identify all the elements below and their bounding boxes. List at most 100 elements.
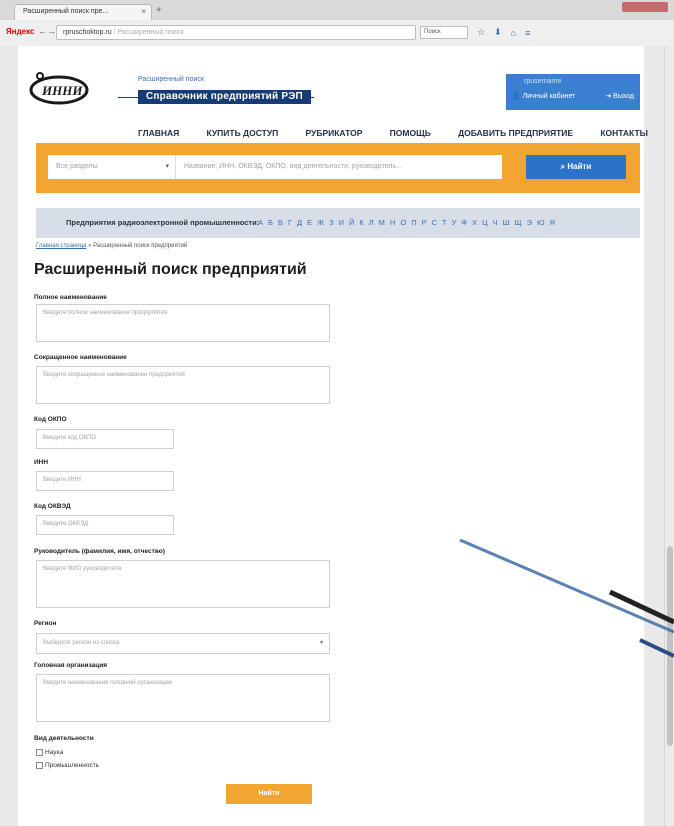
inn-field[interactable]: Введите ИНН — [36, 471, 174, 491]
logout-label: Выход — [613, 93, 634, 100]
search-input[interactable]: Название, ИНН, ОКВЭД, ОКПО, вид деятельн… — [176, 155, 502, 179]
alphabet-letter[interactable]: С — [432, 218, 437, 227]
menu-item-home[interactable]: ГЛАВНАЯ — [138, 128, 179, 138]
alphabet-letter[interactable]: Т — [442, 218, 447, 227]
activity-option-science[interactable]: Наука — [36, 749, 63, 756]
alphabet-letter[interactable]: Г — [288, 218, 292, 227]
search-button[interactable]: ⌕ Найти — [526, 155, 626, 179]
toolbar-right: Поиск ☆ ⬇ ⌂ ≡ — [420, 25, 668, 40]
breadcrumb-separator: » — [88, 243, 92, 249]
home-icon[interactable]: ⌂ — [511, 28, 516, 38]
user-name[interactable]: rpusername — [524, 78, 561, 85]
menu-item-add-company[interactable]: ДОБАВИТЬ ПРЕДПРИЯТИЕ — [458, 128, 573, 138]
alphabet-letter[interactable]: Щ — [515, 218, 522, 227]
alphabet-letter[interactable]: Я — [550, 218, 555, 227]
alphabet-letter[interactable]: Э — [527, 218, 532, 227]
logo-icon: ИННИ — [29, 72, 89, 105]
url-host: rpruschoktop.ru — [63, 29, 112, 36]
main-menu: ГЛАВНАЯ КУПИТЬ ДОСТУП РУБРИКАТОР ПОМОЩЬ … — [138, 128, 648, 138]
alphabet-letter[interactable]: В — [278, 218, 283, 227]
breadcrumb: Главная страница » Расширенный поиск пре… — [36, 243, 187, 249]
alphabet-letter[interactable]: М — [379, 218, 385, 227]
page-title: Расширенный поиск предприятий — [34, 261, 307, 278]
science-label: Наука — [45, 749, 64, 756]
okved-field[interactable]: Введите ОКВЭД — [36, 515, 174, 535]
activity-label: Вид деятельности — [34, 735, 94, 742]
logout-link[interactable]: ⇥ Выход — [605, 92, 634, 100]
science-checkbox[interactable] — [36, 749, 43, 756]
submit-button[interactable]: Найти — [226, 784, 312, 804]
alphabet-letter[interactable]: У — [452, 218, 457, 227]
breadcrumb-home[interactable]: Главная страница — [36, 243, 86, 249]
alphabet-letter[interactable]: Е — [307, 218, 312, 227]
forward-arrow-icon[interactable]: → — [47, 26, 56, 36]
menu-item-rubricator[interactable]: РУБРИКАТОР — [306, 128, 363, 138]
alphabet-letter[interactable]: Ф — [461, 218, 467, 227]
alphabet-letter[interactable]: Р — [422, 218, 427, 227]
alphabet-letter[interactable]: Н — [390, 218, 395, 227]
alphabet-letter[interactable]: З — [329, 218, 334, 227]
url-path: / Расширенный поиск — [111, 29, 184, 36]
alphabet-letter[interactable]: Х — [472, 218, 477, 227]
okpo-label: Код ОКПО — [34, 416, 67, 423]
alphabet-letter[interactable]: П — [411, 218, 416, 227]
alphabet-letter[interactable]: Л — [369, 218, 374, 227]
alphabet-letter[interactable]: К — [359, 218, 363, 227]
head-org-label: Головная организация — [34, 662, 108, 669]
cabinet-label: Личный кабинет — [522, 93, 576, 100]
menu-item-buy-access[interactable]: КУПИТЬ ДОСТУП — [206, 128, 278, 138]
toolbar-search-field[interactable]: Поиск — [420, 26, 468, 39]
alphabet-letter[interactable]: Ч — [493, 218, 498, 227]
yandex-logo[interactable]: Яндекс — [6, 27, 34, 36]
industry-label: Промышленность — [45, 762, 100, 769]
breadcrumb-current: Расширенный поиск предприятий — [93, 243, 188, 249]
browser-toolbar: Яндекс ← → rpruschoktop.ru / Расширенный… — [0, 20, 674, 46]
menu-icon[interactable]: ≡ — [525, 28, 530, 38]
back-arrow-icon[interactable]: ← — [38, 26, 47, 36]
alphabet-letter[interactable]: Ш — [503, 218, 510, 227]
alphabet-letters: АБВГДЕЖЗИЙКЛМНОПРСТУФХЦЧШЩЭЮЯ — [258, 218, 555, 227]
alphabet-letter[interactable]: Б — [268, 218, 273, 227]
full-name-label: Полное наименование — [34, 294, 107, 301]
short-name-field[interactable]: Введите сокращенное наименование предпри… — [36, 366, 330, 404]
page-scrollbar[interactable] — [664, 46, 674, 826]
close-icon[interactable]: × — [141, 5, 146, 19]
head-org-field[interactable]: Введите наименование головной организаци… — [36, 674, 330, 722]
cabinet-link[interactable]: 👤 Личный кабинет — [512, 92, 575, 100]
menu-item-contacts[interactable]: КОНТАКТЫ — [600, 128, 648, 138]
alphabet-letter[interactable]: Й — [349, 218, 354, 227]
new-tab-button[interactable]: + — [156, 6, 162, 16]
address-bar[interactable]: rpruschoktop.ru / Расширенный поиск — [56, 25, 416, 40]
bookmark-star-icon[interactable]: ☆ — [477, 27, 485, 38]
tab-title: Расширенный поиск пре... — [23, 8, 109, 15]
alphabet-letter[interactable]: Ю — [537, 218, 545, 227]
alphabet-letter[interactable]: О — [400, 218, 406, 227]
alphabet-letter[interactable]: Ц — [482, 218, 488, 227]
scrollbar-thumb[interactable] — [667, 546, 673, 746]
full-name-field[interactable]: Введите полное наименование предприятия — [36, 304, 330, 342]
window-controls[interactable] — [622, 2, 668, 12]
adv-search-link[interactable]: Расширенный поиск — [138, 76, 204, 83]
industry-checkbox[interactable] — [36, 762, 43, 769]
site-logo[interactable]: ИННИ — [28, 56, 90, 118]
section-dropdown[interactable]: Все разделы ▾ — [48, 155, 176, 179]
activity-option-industry[interactable]: Промышленность — [36, 762, 99, 769]
menu-item-help[interactable]: ПОМОЩЬ — [390, 128, 431, 138]
alphabet-letter[interactable]: И — [339, 218, 344, 227]
download-icon[interactable]: ⬇ — [494, 27, 502, 38]
web-page: ИННИ Расширенный поиск Справочник предпр… — [0, 46, 674, 826]
browser-chrome: Расширенный поиск пре... × + Яндекс ← → … — [0, 0, 674, 46]
director-label: Руководитель (фамилия, имя, отчество) — [34, 548, 165, 555]
alphabet-letter[interactable]: А — [258, 218, 263, 227]
okpo-field[interactable]: Введите код ОКПО — [36, 429, 174, 449]
director-field[interactable]: Введите ФИО руководителя — [36, 560, 330, 608]
alphabet-letter[interactable]: Ж — [317, 218, 324, 227]
browser-tab[interactable]: Расширенный поиск пре... × — [14, 4, 152, 20]
alphabet-letter[interactable]: Д — [297, 218, 302, 227]
section-dropdown-value: Все разделы — [56, 163, 98, 170]
okved-label: Код ОКВЭД — [34, 503, 71, 510]
site-title[interactable]: Справочник предприятий РЭП — [138, 90, 311, 104]
region-label: Регион — [34, 620, 57, 627]
region-select[interactable]: Выберите регион из списка ▾ — [36, 633, 330, 654]
region-select-value: Выберите регион из списка — [43, 640, 120, 646]
